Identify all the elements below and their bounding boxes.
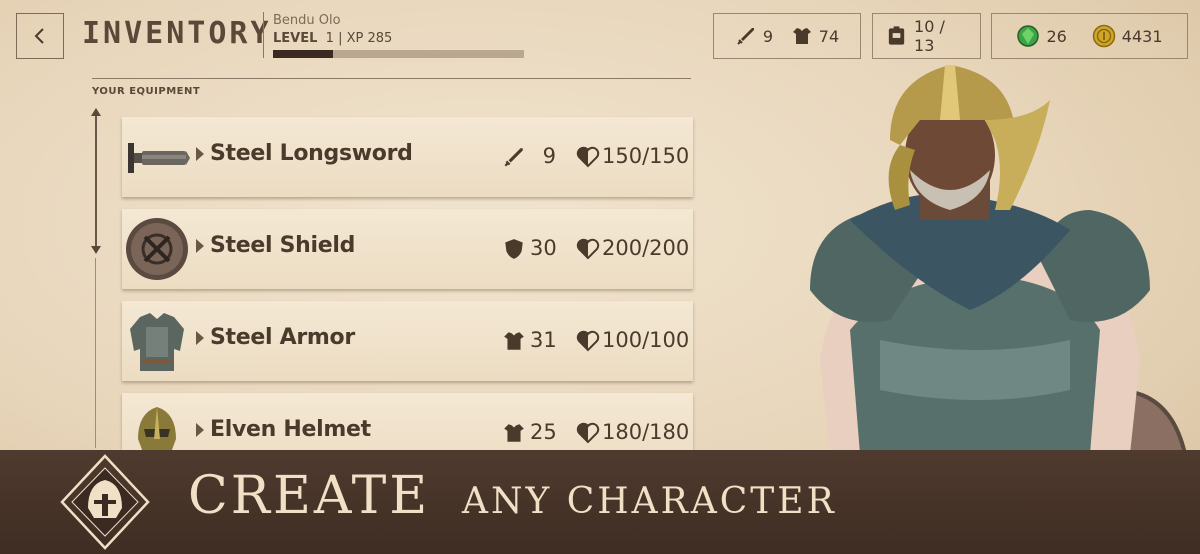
item-name: Steel Longsword — [210, 141, 413, 166]
promo-banner: CREATE ANY CHARACTER — [0, 450, 1200, 554]
item-stat-value: 30 — [530, 236, 557, 260]
currency-box[interactable]: 26 4431 — [991, 13, 1188, 59]
armor-thumbnail — [130, 313, 184, 371]
longsword-thumbnail — [128, 143, 190, 173]
gem-stat: 26 — [1016, 24, 1067, 48]
item-caret — [196, 423, 204, 437]
level-value: 1 — [325, 31, 334, 46]
player-level: LEVEL 1 | XP 285 — [273, 31, 393, 46]
gold-stat: 4431 — [1092, 24, 1163, 48]
item-durability: 150/150 — [602, 144, 690, 168]
item-caret — [196, 147, 204, 161]
armor-icon — [792, 28, 811, 44]
chevron-left-icon — [34, 28, 44, 44]
player-name: Bendu Olo — [273, 13, 341, 28]
xp-progress-bar — [273, 50, 524, 58]
item-stat-value: 31 — [530, 328, 557, 352]
shield-thumbnail — [126, 218, 188, 280]
bag-stat: 10 / 13 — [885, 17, 968, 55]
bag-capacity[interactable]: 10 / 13 — [872, 13, 981, 59]
banner-subheadline: ANY CHARACTER — [462, 481, 837, 522]
durability-heart-icon — [576, 422, 600, 444]
armor-stat: 74 — [791, 25, 839, 47]
sword-icon — [504, 148, 523, 167]
gold-count: 4431 — [1121, 26, 1163, 46]
equipment-item[interactable]: Steel Armor 31 100/100 — [122, 301, 693, 381]
gold-coin-icon — [1092, 24, 1116, 48]
item-name: Elven Helmet — [210, 417, 371, 442]
attack-stat: 9 — [735, 25, 773, 47]
item-caret — [196, 239, 204, 253]
bag-count: 10 / 13 — [914, 17, 945, 55]
scroll-track-lower — [95, 258, 96, 448]
combat-stats[interactable]: 9 74 — [713, 13, 861, 59]
equipment-item[interactable]: Steel Longsword 9 150/150 — [122, 117, 693, 197]
scroll-up-icon[interactable] — [91, 108, 101, 116]
durability-heart-icon — [576, 146, 600, 168]
backpack-icon — [888, 26, 905, 45]
shield-icon — [505, 239, 523, 259]
scroll-down-icon[interactable] — [91, 246, 101, 254]
attack-value: 9 — [762, 26, 774, 46]
durability-heart-icon — [576, 330, 600, 352]
divider — [263, 12, 264, 58]
armor-icon — [504, 424, 524, 442]
gem-icon — [1017, 25, 1040, 47]
item-stat-value: 25 — [530, 420, 557, 444]
gem-count: 26 — [1046, 26, 1067, 46]
sword-icon — [737, 28, 754, 45]
xp-label: XP 285 — [346, 31, 393, 46]
back-button[interactable] — [16, 13, 64, 59]
xp-progress-fill — [273, 50, 334, 58]
armor-value: 74 — [818, 26, 840, 46]
banner-headline: CREATE — [188, 466, 431, 526]
level-label: LEVEL — [273, 31, 318, 46]
helmet-emblem-icon — [60, 454, 150, 550]
item-name: Steel Shield — [210, 233, 356, 258]
item-caret — [196, 331, 204, 345]
item-durability: 100/100 — [602, 328, 690, 352]
section-divider — [92, 78, 691, 79]
page-title: INVENTORY — [82, 16, 272, 51]
equipment-item[interactable]: Steel Shield 30 200/200 — [122, 209, 693, 289]
character-portrait[interactable] — [770, 60, 1190, 454]
section-label: YOUR EQUIPMENT — [92, 86, 201, 97]
scrollbar[interactable] — [95, 112, 97, 252]
durability-heart-icon — [576, 238, 600, 260]
armor-icon — [504, 332, 524, 350]
top-bar: INVENTORY Bendu Olo LEVEL 1 | XP 285 9 7… — [0, 0, 1200, 68]
item-name: Steel Armor — [210, 325, 355, 350]
item-durability: 180/180 — [602, 420, 690, 444]
item-durability: 200/200 — [602, 236, 690, 260]
item-stat-value: 9 — [542, 144, 556, 168]
